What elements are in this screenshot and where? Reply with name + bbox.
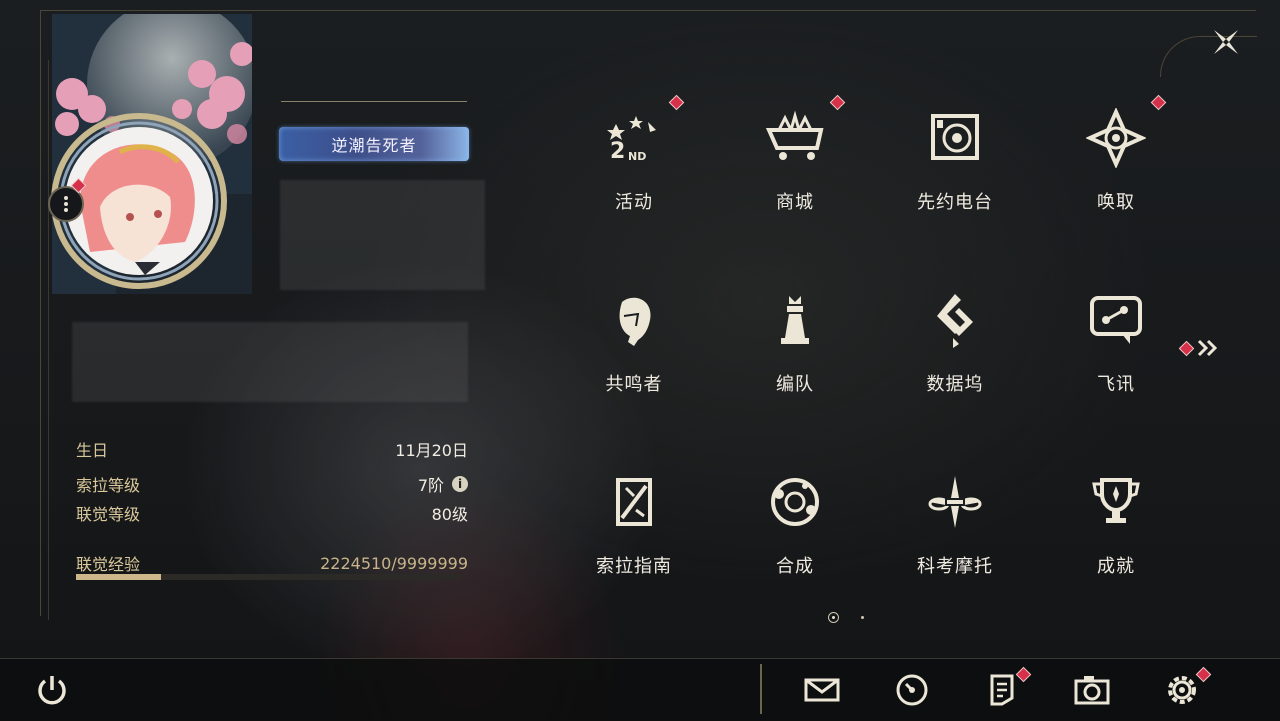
union-level-value: 80级 [431,505,468,524]
settings-gear-icon [1168,676,1196,704]
menu-label-achievements: 成就 [1097,556,1135,577]
menu-item-achievements[interactable]: 成就 [1066,460,1166,590]
team-chess-icon [763,288,827,352]
camera-button[interactable] [1070,668,1114,712]
next-page-badge-dot [1180,341,1193,355]
birthday-label: 生日 [76,441,109,460]
union-exp-value: 2224510/9999999 [320,553,468,573]
resonator-head-icon [602,288,666,352]
menu-item-activity[interactable]: 2 ND 活动 [584,96,684,226]
pioneer-radio-icon [923,106,987,170]
exp-progress-fill [76,574,162,580]
union-level-label: 联觉等级 [76,505,141,524]
info-row-union-exp: 联觉经验 2224510/9999999 [76,551,468,575]
menu-label-guide: 索拉指南 [596,556,672,577]
info-row-union-level: 联觉等级 80级 [76,501,468,525]
close-icon [1214,30,1238,54]
menu-label-radio: 先约电台 [917,192,993,213]
menu-label-convene: 唤取 [1097,192,1135,213]
menu-item-databank[interactable]: 数据坞 [905,278,1005,408]
pagination-dot-2[interactable] [861,616,864,619]
achievement-trophy-icon [1084,470,1148,534]
mail-icon [804,678,840,702]
union-exp-label: 联觉经验 [76,555,141,574]
svg-text:ND: ND [628,150,646,163]
research-motorbike-icon [923,470,987,534]
more-vertical-icon [64,196,68,212]
activity-2nd-anniversary-icon: 2 ND [602,106,666,170]
menu-label-synthesis: 合成 [776,556,814,577]
title-badge-text: 逆潮告死者 [331,136,417,155]
menu-item-radio[interactable]: 先约电台 [905,96,1005,226]
info-row-sol-level: 索拉等级 7阶 i [76,472,468,496]
menu-label-activity: 活动 [615,192,653,213]
clock-icon [896,674,928,706]
svg-text:2: 2 [610,139,625,164]
frame-left-line-inner [48,60,49,620]
menu-item-messages[interactable]: 飞讯 [1066,278,1166,408]
next-page-button[interactable] [1180,338,1223,358]
camera-icon [1074,676,1110,705]
menu-item-convene[interactable]: 唤取 [1066,96,1166,226]
menu-item-shop[interactable]: 商城 [745,96,845,226]
title-badge[interactable]: 逆潮告死者 [279,127,469,161]
mail-button[interactable] [800,668,844,712]
menu-item-synthesis[interactable]: 合成 [745,460,845,590]
exp-progress-bar [76,574,460,580]
notice-icon [990,674,1014,706]
title-divider [281,101,467,102]
info-icon[interactable]: i [452,476,468,492]
sol-level-label: 索拉等级 [76,476,141,495]
menu-label-messages: 飞讯 [1097,374,1135,395]
menu-item-guide[interactable]: 索拉指南 [584,460,684,590]
shop-cart-icon [763,106,827,170]
frame-left-line [40,10,41,616]
info-row-birthday: 生日 11月20日 [76,437,468,461]
menu-item-team[interactable]: 编队 [745,278,845,408]
menu-label-resonators: 共鸣者 [605,374,663,395]
menu-label-shop: 商城 [776,192,814,213]
redacted-name-area [280,180,485,290]
bottom-bar-separator [760,664,762,714]
close-button[interactable] [1206,22,1246,62]
menu-item-motorbike[interactable]: 科考摩托 [905,460,1005,590]
message-chat-icon [1084,288,1148,352]
pagination-dot-1-active[interactable] [828,612,839,623]
menu-item-resonators[interactable]: 共鸣者 [584,278,684,408]
redacted-signature-area [72,322,468,402]
frame-top-line [40,10,1256,11]
convene-compass-icon [1084,106,1148,170]
menu-label-motorbike: 科考摩托 [917,556,993,577]
power-button[interactable] [30,668,74,712]
clock-button[interactable] [890,668,934,712]
double-chevron-right-icon [1197,339,1218,357]
menu-label-team: 编队 [776,374,814,395]
menu-label-databank: 数据坞 [926,374,984,395]
solaris-guide-icon [602,470,666,534]
sol-level-value: 7阶 [417,476,444,495]
data-bank-icon [923,288,987,352]
synthesis-icon [763,470,827,534]
birthday-value: 11月20日 [395,441,468,460]
power-icon [38,676,66,705]
